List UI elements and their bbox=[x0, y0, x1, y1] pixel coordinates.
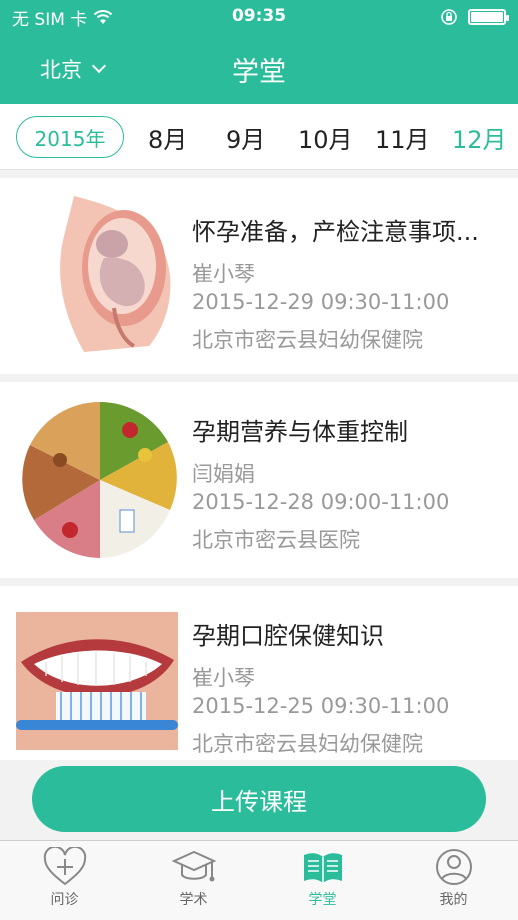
tab-bar: 问诊 学术 学堂 我的 bbox=[0, 840, 518, 920]
course-time: 2015-12-28 09:00-11:00 bbox=[192, 490, 450, 514]
tab-label: 我的 bbox=[439, 892, 468, 908]
course-speaker: 崔小琴 bbox=[192, 262, 255, 286]
course-title: 孕期营养与体重控制 bbox=[192, 418, 408, 446]
tab-consult[interactable]: 问诊 bbox=[0, 841, 129, 920]
graduation-cap-icon bbox=[171, 850, 216, 882]
course-location: 北京市密云县妇幼保健院 bbox=[192, 328, 423, 352]
course-location: 北京市密云县医院 bbox=[192, 528, 360, 552]
month-tab-8[interactable]: 8月 bbox=[148, 120, 187, 155]
course-card[interactable]: 孕期口腔保健知识 崔小琴 2015-12-25 09:30-11:00 北京市密… bbox=[0, 586, 518, 760]
food-pyramid-image bbox=[20, 400, 180, 560]
upload-area: 上传课程 bbox=[0, 760, 518, 840]
month-tab-12[interactable]: 12月 bbox=[452, 120, 507, 155]
status-bar: 无 SIM 卡 09:35 bbox=[0, 0, 518, 34]
year-selector[interactable]: 2015年 bbox=[16, 116, 124, 158]
month-tab-10[interactable]: 10月 bbox=[298, 120, 353, 155]
course-time: 2015-12-25 09:30-11:00 bbox=[192, 694, 450, 718]
course-time: 2015-12-29 09:30-11:00 bbox=[192, 290, 450, 314]
month-tab-11[interactable]: 11月 bbox=[375, 120, 430, 155]
tab-mine[interactable]: 我的 bbox=[389, 841, 518, 920]
tab-academic[interactable]: 学术 bbox=[129, 841, 258, 920]
heart-plus-icon bbox=[43, 847, 86, 886]
chevron-down-icon bbox=[91, 58, 107, 74]
city-label: 北京 bbox=[40, 58, 82, 82]
wifi-icon bbox=[94, 10, 113, 24]
course-card[interactable]: 孕期营养与体重控制 闫娟娟 2015-12-28 09:00-11:00 北京市… bbox=[0, 382, 518, 578]
tab-label: 学术 bbox=[179, 892, 208, 908]
tab-school[interactable]: 学堂 bbox=[258, 841, 387, 920]
course-location: 北京市密云县妇幼保健院 bbox=[192, 732, 423, 756]
pregnancy-illustration-image bbox=[54, 196, 180, 352]
course-title: 孕期口腔保健知识 bbox=[192, 622, 384, 650]
course-speaker: 闫娟娟 bbox=[192, 462, 255, 486]
carrier-label: 无 SIM 卡 bbox=[12, 9, 88, 30]
month-selector: 2015年 8月 9月 10月 11月 12月 bbox=[0, 104, 518, 170]
course-speaker: 崔小琴 bbox=[192, 666, 255, 690]
smile-toothbrush-image bbox=[16, 612, 178, 750]
tab-label: 学堂 bbox=[308, 892, 337, 908]
month-tab-9[interactable]: 9月 bbox=[226, 120, 265, 155]
city-selector[interactable]: 北京 bbox=[40, 54, 107, 84]
header: 无 SIM 卡 09:35 北京 学堂 bbox=[0, 0, 518, 104]
nav-bar: 北京 学堂 bbox=[0, 34, 518, 104]
course-card[interactable]: 怀孕准备，产检注意事项... 崔小琴 2015-12-29 09:30-11:0… bbox=[0, 178, 518, 374]
rotation-lock-icon bbox=[441, 9, 457, 25]
book-icon bbox=[303, 853, 342, 883]
battery-icon bbox=[468, 9, 509, 25]
user-icon bbox=[435, 849, 472, 885]
tab-label: 问诊 bbox=[50, 892, 79, 908]
upload-course-button[interactable]: 上传课程 bbox=[32, 766, 486, 832]
course-title: 怀孕准备，产检注意事项... bbox=[192, 218, 479, 246]
